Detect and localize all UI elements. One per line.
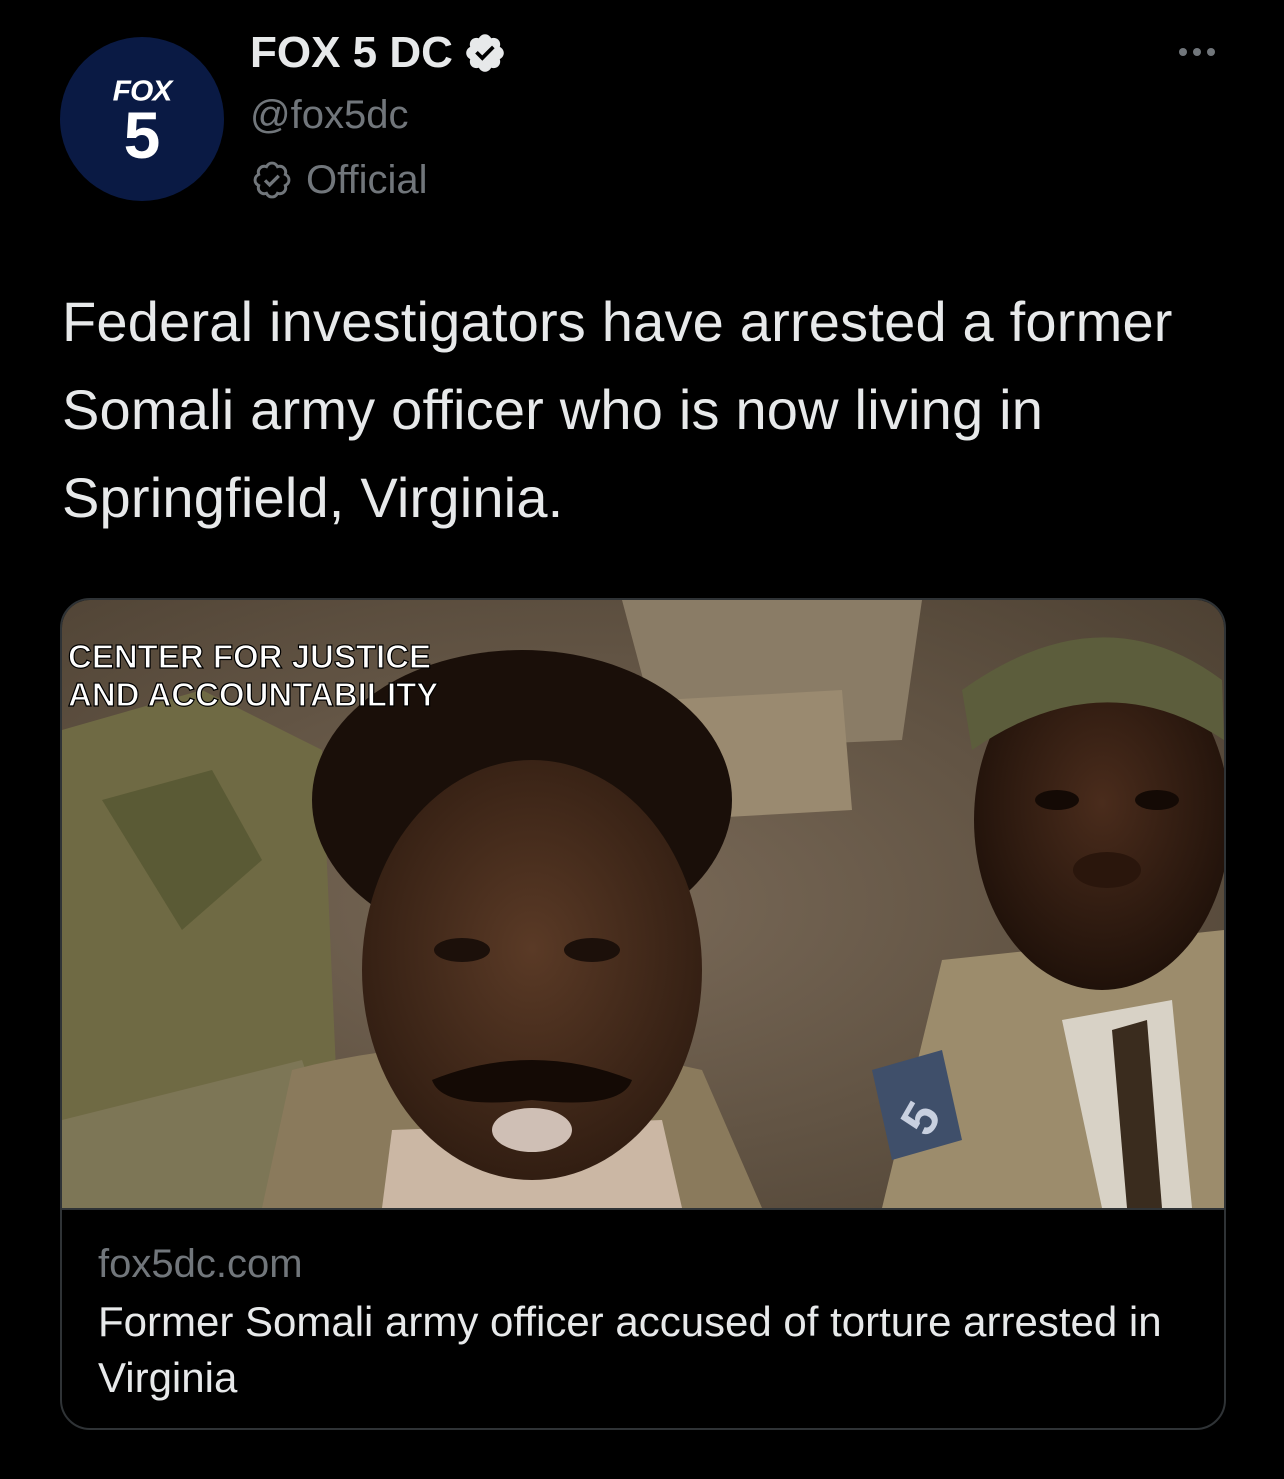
official-badge-icon <box>253 161 291 199</box>
display-name[interactable]: FOX 5 DC <box>250 27 507 79</box>
tweet-text: Federal investigators have arrested a fo… <box>62 290 1173 529</box>
more-options-icon <box>1179 48 1187 56</box>
tweet[interactable]: FOX 5 FOX 5 DC @fox5dc Official Federal … <box>0 0 1284 1479</box>
more-options-icon-dot <box>1193 48 1201 56</box>
avatar-number-text: 5 <box>123 98 161 172</box>
handle[interactable]: @fox5dc <box>250 90 408 140</box>
more-options-icon-dot <box>1207 48 1215 56</box>
card-domain: fox5dc.com <box>98 1242 303 1286</box>
avatar-brand-text: FOX <box>112 75 173 108</box>
avatar[interactable]: FOX 5 <box>60 37 224 201</box>
image-caption: CENTER FOR JUSTICE AND ACCOUNTABILITY <box>67 637 439 713</box>
image-caption-line1: CENTER FOR JUSTICE <box>68 638 431 675</box>
verified-badge-icon[interactable] <box>463 31 507 75</box>
link-preview-card[interactable]: CENTER FOR JUSTICE AND ACCOUNTABILITY 5 … <box>60 598 1226 1430</box>
official-label: Official <box>250 155 428 205</box>
more-options-button[interactable] <box>1170 32 1224 72</box>
card-image[interactable]: CENTER FOR JUSTICE AND ACCOUNTABILITY 5 <box>62 600 1224 1208</box>
official-label-text: Official <box>306 158 428 202</box>
display-name-text: FOX 5 DC <box>250 28 453 77</box>
card-title: Former Somali army officer accused of to… <box>98 1298 1162 1401</box>
image-caption-line2: AND ACCOUNTABILITY <box>68 676 438 713</box>
card-divider <box>62 1208 1224 1210</box>
